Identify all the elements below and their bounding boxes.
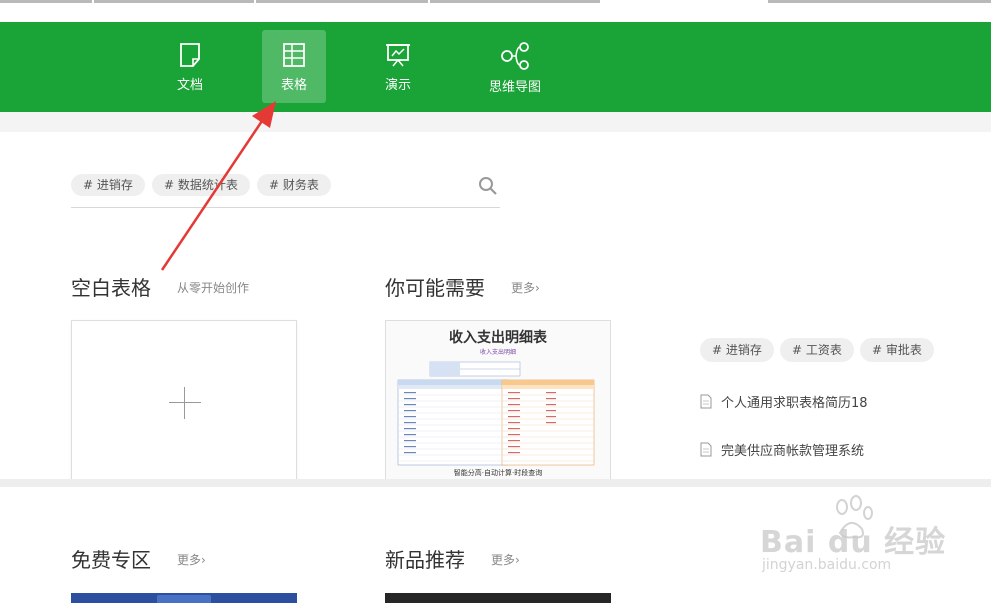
template-card[interactable]: 收入支出明细表 收入支出明细 智能分高·自动计算·时段查询 <box>385 320 611 479</box>
plus-icon <box>169 387 201 419</box>
recommended-doc-link[interactable]: 完美供应商帐款管理系统 <box>700 439 864 459</box>
new-item-thumbnail[interactable] <box>385 593 611 603</box>
new-blank-table-card[interactable] <box>71 320 297 479</box>
search-tag[interactable]: # 数据统计表 <box>152 174 250 196</box>
section-divider <box>0 479 991 487</box>
nav-tab-label: 文档 <box>176 78 203 93</box>
main-panel: # 进销存 # 数据统计表 # 财务表 空白表格 从零开始创作 你可能需要 更多… <box>0 132 991 479</box>
recommend-tag[interactable]: # 工资表 <box>780 338 854 362</box>
app-root: 文档 表格 演示 思维导图 # 进销存 # 数据统计表 # 财务表 空白表格 从… <box>0 0 991 603</box>
search-tag[interactable]: # 财务表 <box>257 174 331 196</box>
tab-strip-segment <box>256 0 428 3</box>
file-icon <box>700 442 712 456</box>
file-icon <box>700 394 712 408</box>
nav-tab-mindmap[interactable]: 思维导图 <box>476 30 554 103</box>
doc-link-text: 完美供应商帐款管理系统 <box>721 443 865 459</box>
nav-tab-label: 表格 <box>280 78 307 93</box>
presentation-icon <box>386 44 410 67</box>
thumbnail-highlight <box>157 595 211 603</box>
template-footer: 智能分高·自动计算·时段查询 <box>453 469 543 477</box>
spacer <box>0 112 991 132</box>
template-preview-image <box>397 361 595 466</box>
free-section-title: 免费专区 <box>71 548 151 572</box>
tab-strip-segment <box>0 0 92 3</box>
nav-tab-presentation[interactable]: 演示 <box>366 30 430 103</box>
nav-tab-document[interactable]: 文档 <box>158 30 222 103</box>
recommend-more-link[interactable]: 更多› <box>511 279 540 296</box>
category-nav-bar: 文档 表格 演示 思维导图 <box>0 22 991 112</box>
search-icon[interactable] <box>478 176 498 196</box>
template-title: 收入支出明细表 <box>449 330 547 346</box>
doc-link-text: 个人通用求职表格简历18 <box>721 395 868 411</box>
browser-tab-strip <box>0 0 991 22</box>
tab-strip-segment <box>94 0 254 3</box>
second-panel: 免费专区 更多› 新品推荐 更多› <box>0 487 991 603</box>
new-section-title: 新品推荐 <box>385 548 465 572</box>
nav-tab-table[interactable]: 表格 <box>262 30 326 103</box>
tab-strip-segment <box>768 0 991 3</box>
blank-section-subtitle: 从零开始创作 <box>177 281 250 295</box>
tab-strip-segment <box>430 0 600 3</box>
recommend-tag[interactable]: # 审批表 <box>860 338 934 362</box>
table-icon <box>283 43 305 67</box>
template-subtitle: 收入支出明细 <box>479 349 516 356</box>
new-more-link[interactable]: 更多› <box>491 551 520 568</box>
nav-tab-label: 演示 <box>384 78 411 93</box>
nav-tab-label: 思维导图 <box>488 80 541 95</box>
search-bar[interactable]: # 进销存 # 数据统计表 # 财务表 <box>71 172 500 208</box>
blank-section-title: 空白表格 <box>71 276 151 300</box>
free-item-thumbnail[interactable] <box>71 593 297 603</box>
recommend-section-title: 你可能需要 <box>385 276 485 300</box>
free-more-link[interactable]: 更多› <box>177 551 206 568</box>
recommend-tag[interactable]: # 进销存 <box>700 338 774 362</box>
mindmap-icon <box>501 42 529 70</box>
search-tag[interactable]: # 进销存 <box>71 174 145 196</box>
recommended-doc-link[interactable]: 个人通用求职表格简历18 <box>700 391 868 411</box>
document-icon <box>180 43 200 67</box>
